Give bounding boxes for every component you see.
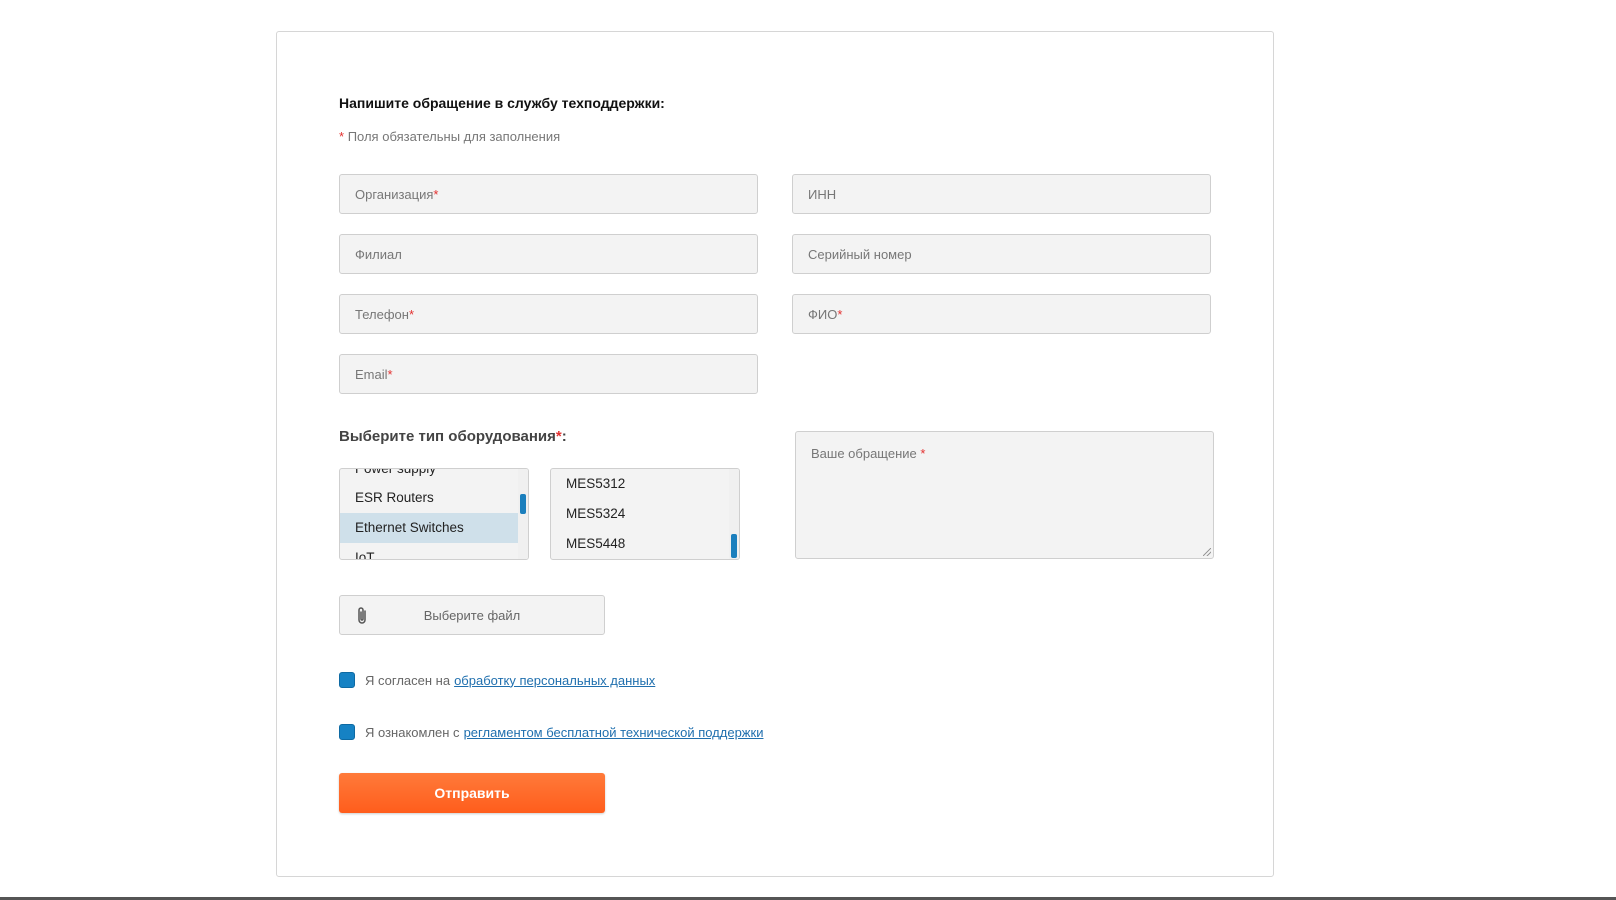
inn-placeholder: ИНН xyxy=(808,187,837,202)
email-placeholder: Email* xyxy=(355,367,393,382)
equipment-option-selected[interactable]: Ethernet Switches xyxy=(340,513,518,543)
equipment-option[interactable]: Power supply xyxy=(340,469,518,484)
equipment-type-listbox[interactable]: Power supply ESR Routers Ethernet Switch… xyxy=(339,468,529,560)
organization-placeholder: Организация* xyxy=(355,187,439,202)
equipment-type-label: Выберите тип оборудования*: xyxy=(339,428,567,445)
branch-placeholder: Филиал xyxy=(355,247,402,262)
consent-row: Я согласен на обработку персональных дан… xyxy=(339,672,655,688)
equipment-option[interactable]: ESR Routers xyxy=(340,483,518,513)
model-option[interactable]: MES5448 xyxy=(551,529,729,559)
consent-checkbox[interactable] xyxy=(339,672,355,688)
inn-field[interactable]: ИНН xyxy=(792,174,1211,214)
choose-file-button[interactable]: Выберите файл xyxy=(339,595,605,635)
phone-field[interactable]: Телефон* xyxy=(339,294,758,334)
email-field[interactable]: Email* xyxy=(339,354,758,394)
serial-number-field[interactable]: Серийный номер xyxy=(792,234,1211,274)
organization-field[interactable]: Организация* xyxy=(339,174,758,214)
required-note-text: Поля обязательны для заполнения xyxy=(347,129,561,144)
form-title: Напишите обращение в службу техподдержки… xyxy=(339,95,665,111)
branch-field[interactable]: Филиал xyxy=(339,234,758,274)
rules-row: Я ознакомлен с регламентом бесплатной те… xyxy=(339,724,763,740)
rules-checkbox[interactable] xyxy=(339,724,355,740)
equipment-type-scrollbar[interactable] xyxy=(520,494,526,514)
required-note: * Поля обязательны для заполнения xyxy=(339,129,560,144)
fio-field[interactable]: ФИО* xyxy=(792,294,1211,334)
serial-number-placeholder: Серийный номер xyxy=(808,247,912,262)
required-star: * xyxy=(339,129,345,144)
equipment-option[interactable]: IoT xyxy=(340,543,518,559)
consent-text: Я согласен на xyxy=(365,672,451,688)
model-option[interactable]: MES5312 xyxy=(551,469,729,499)
model-option[interactable]: MES5324 xyxy=(551,499,729,529)
model-scrollbar[interactable] xyxy=(731,534,737,558)
message-textarea[interactable]: Ваше обращение * xyxy=(795,431,1214,559)
resize-grip-icon[interactable] xyxy=(1203,548,1211,556)
support-rules-link[interactable]: регламентом бесплатной технической подде… xyxy=(464,725,764,740)
personal-data-link[interactable]: обработку персональных данных xyxy=(454,673,655,688)
equipment-type-scroll-track[interactable] xyxy=(518,469,528,559)
phone-placeholder: Телефон* xyxy=(355,307,414,322)
message-placeholder: Ваше обращение * xyxy=(811,446,926,461)
submit-button[interactable]: Отправить xyxy=(339,773,605,813)
model-listbox[interactable]: MES5312 MES5324 MES5448 xyxy=(550,468,740,560)
choose-file-label: Выберите файл xyxy=(423,608,521,623)
rules-text: Я ознакомлен с xyxy=(365,724,460,740)
fio-placeholder: ФИО* xyxy=(808,307,843,322)
